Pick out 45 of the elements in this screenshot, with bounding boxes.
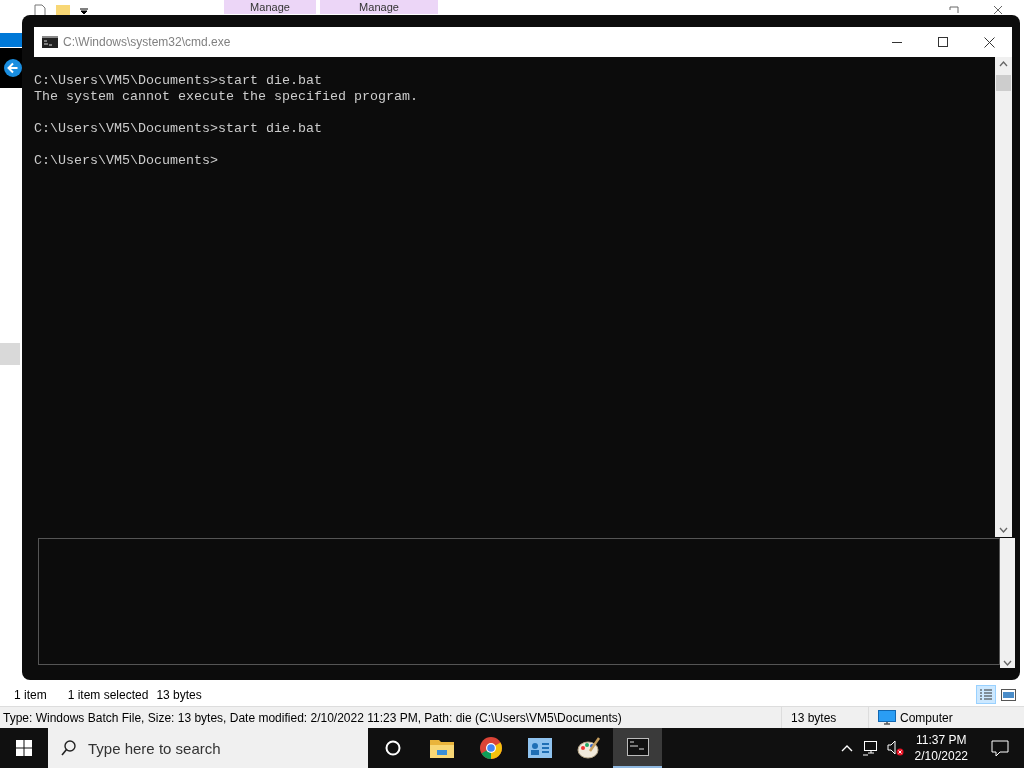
file-details: Type: Windows Batch File, Size: 13 bytes, Date modified: 2/10/2022 11:23 PM, Path: die (C:\Users\VM5\Documents): [3, 710, 623, 725]
list-icon: [979, 688, 993, 701]
console-line: C:\Users\VM5\Documents>start die.bat: [34, 73, 322, 89]
minimize-icon: [892, 41, 902, 43]
ribbon-strip: [0, 33, 22, 47]
selection-size: 13 bytes: [156, 687, 202, 702]
taskbar-app-button[interactable]: [613, 728, 662, 768]
task-view-icon: [384, 740, 401, 756]
location-label: Computer: [900, 710, 953, 725]
console-line: C:\Users\VM5\Documents>start die.bat: [34, 121, 322, 137]
palette-icon: [576, 737, 601, 759]
speech-bubble-icon: [991, 739, 1009, 757]
terminal-icon: [42, 36, 58, 48]
contact-card-icon: [527, 738, 552, 758]
ribbon-tab[interactable]: Manage: [224, 0, 316, 14]
windows-logo-icon: [16, 740, 32, 756]
scrollbar-thumb[interactable]: [996, 75, 1011, 91]
monitor-icon: [878, 710, 896, 725]
back-icon[interactable]: [4, 58, 22, 78]
search-field[interactable]: Type here to search: [48, 728, 368, 768]
image-icon: [1000, 688, 1016, 701]
search-icon: [61, 740, 76, 756]
network-icon[interactable]: [861, 740, 878, 756]
window-title: C:\Windows\system32\cmd.exe: [63, 35, 231, 49]
muted-speaker-icon[interactable]: [886, 740, 904, 756]
item-count: 1 item: [14, 687, 47, 702]
console-line: C:\Users\VM5\Documents>: [34, 153, 218, 169]
folder-icon: [429, 738, 454, 758]
scrollbar[interactable]: [1000, 538, 1015, 668]
chevron-down-icon[interactable]: [999, 527, 1008, 533]
terminal-icon: [626, 738, 649, 756]
chevron-down-icon[interactable]: [1003, 660, 1012, 666]
scrollbar[interactable]: [995, 57, 1012, 537]
maximize-icon: [938, 37, 948, 47]
close-icon[interactable]: [993, 6, 1003, 14]
ribbon-tab[interactable]: Manage: [320, 0, 438, 14]
clock-time: 11:37 PM: [916, 732, 967, 748]
selection-count: 1 item selected: [67, 687, 149, 702]
dropdown-icon[interactable]: [80, 7, 88, 15]
close-icon: [983, 36, 995, 48]
console-line: The system cannot execute the specified program.: [34, 89, 418, 105]
clock[interactable]: 11:37 PM 2/10/2022: [914, 732, 968, 764]
browser-icon: [478, 736, 503, 760]
file-size: 13 bytes: [791, 710, 838, 725]
clock-date: 2/10/2022: [914, 748, 968, 764]
